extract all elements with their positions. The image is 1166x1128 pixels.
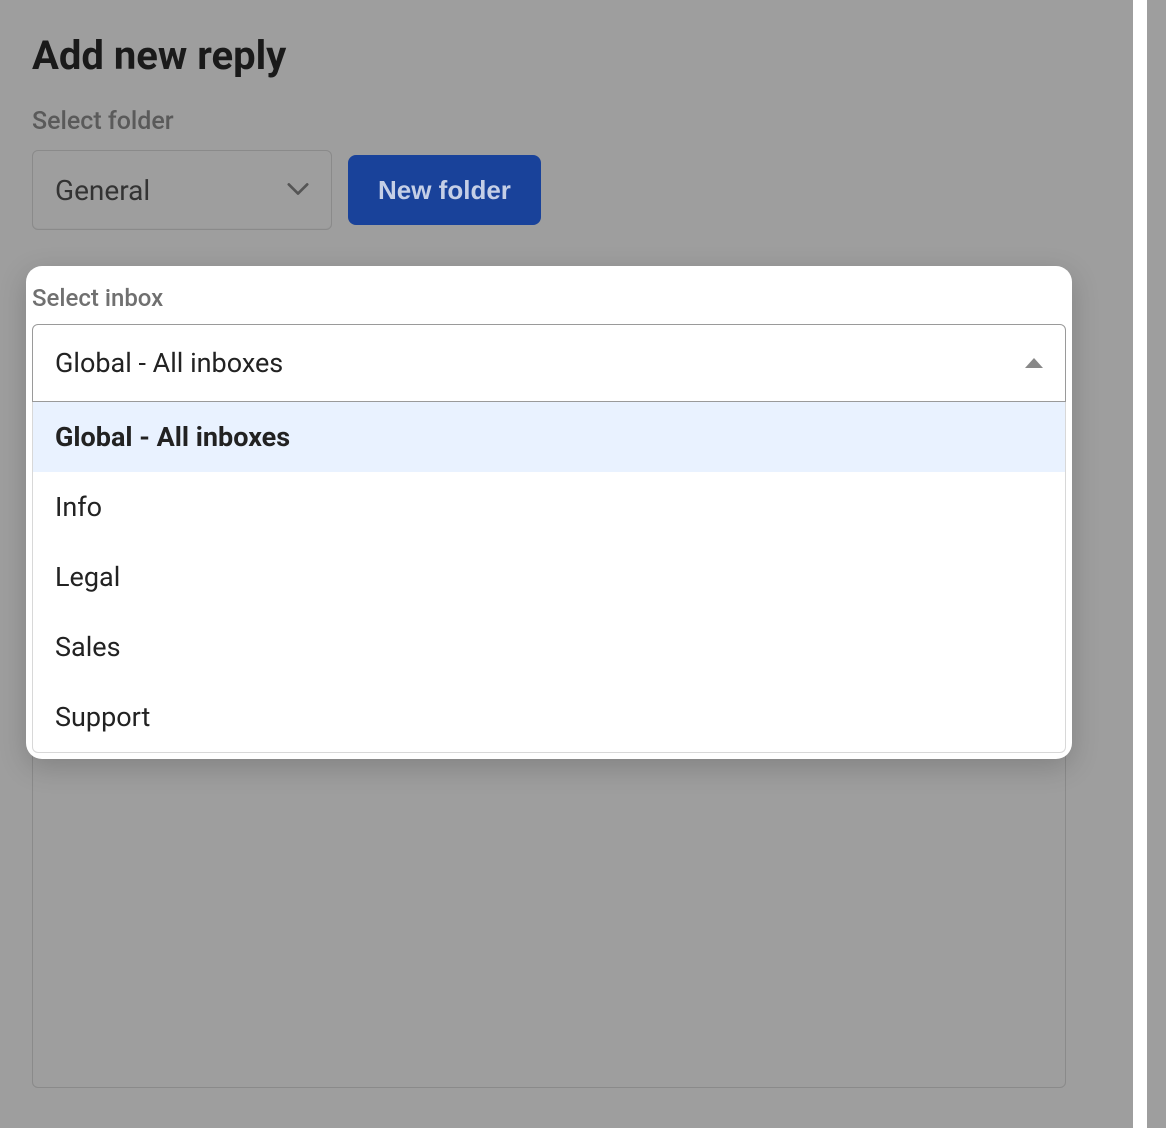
inbox-option[interactable]: Sales [33, 612, 1065, 682]
inbox-dropdown-card: Select inbox Global - All inboxes Global… [26, 266, 1072, 759]
inbox-select[interactable]: Global - All inboxes [32, 324, 1066, 402]
scrollbar-thumb[interactable] [1133, 0, 1147, 1128]
inbox-option[interactable]: Legal [33, 542, 1065, 612]
page-title: Add new reply [32, 32, 1134, 79]
caret-up-icon [1025, 358, 1043, 368]
scrollbar-track[interactable] [1104, 0, 1166, 1128]
inbox-option[interactable]: Info [33, 472, 1065, 542]
inbox-option[interactable]: Global - All inboxes [33, 402, 1065, 472]
inbox-label: Select inbox [26, 280, 1072, 324]
folder-label: Select folder [32, 107, 1134, 136]
folder-select-value: General [55, 174, 150, 207]
inbox-option[interactable]: Support [33, 682, 1065, 752]
chevron-down-icon [287, 181, 309, 200]
folder-select[interactable]: General [32, 150, 332, 230]
new-folder-button[interactable]: New folder [348, 155, 541, 225]
folder-row: General New folder [32, 150, 1134, 230]
inbox-options-list: Global - All inboxesInfoLegalSalesSuppor… [32, 402, 1066, 753]
inbox-select-value: Global - All inboxes [55, 347, 283, 379]
